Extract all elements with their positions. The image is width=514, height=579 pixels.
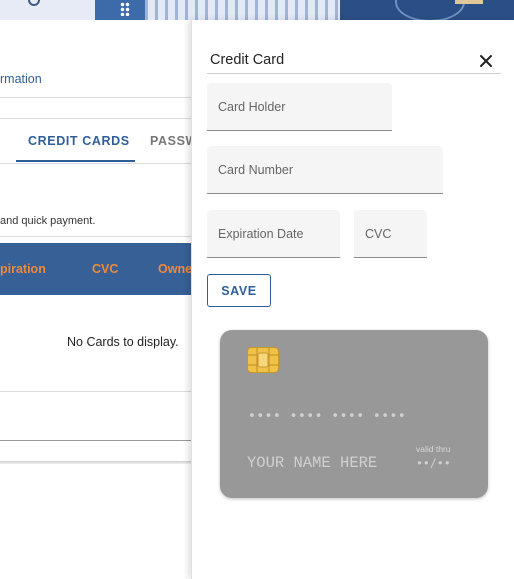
cvc-field[interactable] bbox=[354, 210, 427, 258]
banner-dots bbox=[120, 2, 130, 16]
valid-thru-label: valid thru bbox=[416, 444, 451, 454]
card-number-field[interactable] bbox=[207, 146, 443, 194]
section-shadow bbox=[0, 461, 192, 464]
table-header: piration CVC Owne bbox=[0, 243, 192, 295]
column-header-owner[interactable]: Owne bbox=[158, 262, 192, 276]
helper-text: and quick payment. bbox=[0, 215, 96, 227]
card-number-display: •••• •••• •••• •••• bbox=[248, 409, 407, 424]
drawer-title: Credit Card bbox=[210, 52, 285, 68]
divider bbox=[0, 391, 192, 392]
empty-message: No Cards to display. bbox=[67, 335, 179, 349]
valid-thru-value: ••/•• bbox=[416, 456, 451, 470]
card-preview: •••• •••• •••• •••• YOUR NAME HERE valid… bbox=[220, 330, 488, 498]
tab-passwords[interactable]: PASSW bbox=[150, 134, 192, 148]
divider bbox=[0, 118, 192, 119]
card-holder-display: YOUR NAME HERE bbox=[247, 454, 378, 472]
card-holder-field[interactable] bbox=[207, 83, 392, 131]
credit-card-drawer: Credit Card SAVE •••• •••• •••• •••• YOU… bbox=[191, 20, 514, 579]
column-header-cvc[interactable]: CVC bbox=[92, 262, 118, 276]
chip-icon bbox=[247, 347, 279, 373]
expiration-date-input[interactable] bbox=[207, 210, 340, 257]
cvc-input[interactable] bbox=[354, 210, 427, 257]
close-icon[interactable] bbox=[479, 54, 493, 68]
column-header-expiration[interactable]: piration bbox=[0, 262, 46, 276]
divider bbox=[0, 236, 192, 237]
tabs-divider bbox=[0, 163, 192, 164]
card-number-input[interactable] bbox=[207, 146, 443, 193]
account-info-link[interactable]: rmation bbox=[0, 72, 42, 86]
top-banner bbox=[0, 0, 514, 20]
expiration-date-field[interactable] bbox=[207, 210, 340, 258]
title-divider bbox=[207, 73, 501, 74]
card-holder-input[interactable] bbox=[207, 83, 392, 130]
active-tab-indicator bbox=[16, 160, 135, 162]
tab-credit-cards[interactable]: CREDIT CARDS bbox=[28, 134, 130, 148]
background-page: rmation CREDIT CARDS PASSW and quick pay… bbox=[0, 20, 192, 579]
banner-accent bbox=[455, 0, 483, 4]
footer-divider bbox=[0, 440, 192, 441]
save-button[interactable]: SAVE bbox=[207, 274, 271, 307]
banner-pattern bbox=[0, 0, 95, 20]
banner-stripes bbox=[145, 0, 340, 20]
divider bbox=[0, 97, 192, 98]
